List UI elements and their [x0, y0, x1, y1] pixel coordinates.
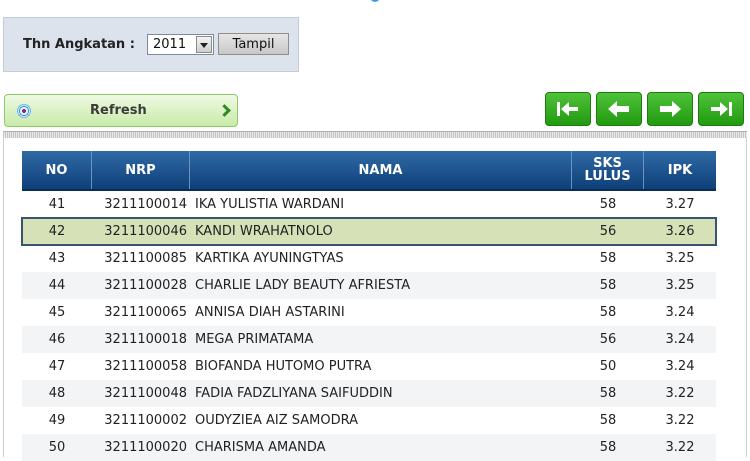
cell-no: 44	[48, 278, 66, 293]
cell-ipk: 3.22	[665, 440, 695, 455]
cell-nama: CHARLIE LADY BEAUTY AFRIESTA	[195, 278, 411, 293]
table-row[interactable]: 48 3211100048 FADIA FADZLIYANA SAIFUDDIN…	[22, 380, 716, 407]
year-select[interactable]: 2011	[147, 34, 214, 55]
cell-nrp: 3211100058	[104, 359, 187, 374]
dropdown-arrow-icon[interactable]	[196, 36, 212, 53]
cell-no: 49	[48, 413, 66, 428]
cell-sks: 58	[599, 197, 617, 212]
year-filter-label: Thn Angkatan :	[23, 37, 135, 52]
cell-ipk: 3.22	[665, 386, 695, 401]
cell-nrp: 3211100002	[104, 413, 187, 428]
cell-nrp: 3211100085	[104, 251, 187, 266]
column-header-nama[interactable]: NAMA	[190, 151, 572, 189]
cell-nrp: 3211100028	[104, 278, 187, 293]
cell-nrp: 3211100014	[104, 197, 187, 212]
cell-nama: KANDI WRAHATNOLO	[195, 224, 333, 239]
column-header-no[interactable]: NO	[22, 151, 92, 189]
chevron-right-icon	[218, 104, 231, 117]
refresh-button[interactable]: Refresh	[4, 94, 238, 127]
grid-header: NO NRP NAMA SKS LULUS IPK	[22, 151, 716, 191]
cell-nama: BIOFANDA HUTOMO PUTRA	[195, 359, 372, 374]
last-page-button[interactable]	[698, 92, 744, 126]
cell-ipk: 3.24	[665, 359, 695, 374]
refresh-label: Refresh	[90, 103, 147, 118]
cell-ipk: 3.27	[665, 197, 695, 212]
cell-sks: 50	[599, 359, 617, 374]
skip-first-icon	[557, 102, 578, 116]
table-row[interactable]: 50 3211100020 CHARISMA AMANDA 58 3.22	[22, 434, 716, 461]
cell-no: 50	[48, 440, 66, 455]
cell-nrp: 3211100065	[104, 305, 187, 320]
cell-no: 45	[48, 305, 66, 320]
cell-nama: MEGA PRIMATAMA	[195, 332, 314, 347]
table-row[interactable]: 46 3211100018 MEGA PRIMATAMA 56 3.24	[22, 326, 716, 353]
cell-sks: 58	[599, 386, 617, 401]
cell-nama: OUDYZIEA AIZ SAMODRA	[195, 413, 358, 428]
arrow-right-icon	[660, 101, 681, 117]
table-row[interactable]: 44 3211100028 CHARLIE LADY BEAUTY AFRIES…	[22, 272, 716, 299]
refresh-icon	[17, 104, 31, 118]
column-header-sks-lulus[interactable]: SKS LULUS	[572, 151, 644, 189]
cell-sks: 58	[599, 251, 617, 266]
cell-no: 46	[48, 332, 66, 347]
cell-nama: KARTIKA AYUNINGTYAS	[195, 251, 344, 266]
column-header-ipk[interactable]: IPK	[644, 151, 716, 189]
cell-no: 41	[48, 197, 66, 212]
cell-nrp: 3211100046	[104, 224, 187, 239]
show-button[interactable]: Tampil	[218, 33, 289, 55]
cell-sks: 56	[599, 224, 617, 239]
table-row[interactable]: 47 3211100058 BIOFANDA HUTOMO PUTRA 50 3…	[22, 353, 716, 380]
previous-page-button[interactable]	[596, 92, 642, 126]
column-header-nrp[interactable]: NRP	[92, 151, 190, 189]
cell-nama: IKA YULISTIA WARDANI	[195, 197, 345, 212]
arrow-left-icon	[608, 101, 629, 117]
cell-nama: ANNISA DIAH ASTARINI	[195, 305, 345, 320]
cell-ipk: 3.24	[665, 305, 695, 320]
cell-ipk: 3.25	[665, 251, 695, 266]
table-row[interactable]: 41 3211100014 IKA YULISTIA WARDANI 58 3.…	[22, 191, 716, 218]
table-row-selected[interactable]: 42 3211100046 KANDI WRAHATNOLO 56 3.26	[21, 217, 717, 246]
cell-no: 43	[48, 251, 66, 266]
cell-sks: 58	[599, 413, 617, 428]
year-select-value: 2011	[153, 37, 187, 52]
cell-nama: CHARISMA AMANDA	[195, 440, 326, 455]
cell-ipk: 3.25	[665, 278, 695, 293]
filter-panel: Thn Angkatan : 2011 Tampil	[3, 17, 299, 72]
cell-sks: 58	[599, 278, 617, 293]
first-page-button[interactable]	[545, 92, 591, 126]
cell-no: 42	[48, 224, 66, 239]
table-row[interactable]: 49 3211100002 OUDYZIEA AIZ SAMODRA 58 3.…	[22, 407, 716, 434]
table-row[interactable]: 43 3211100085 KARTIKA AYUNINGTYAS 58 3.2…	[22, 245, 716, 272]
cell-ipk: 3.22	[665, 413, 695, 428]
next-page-button[interactable]	[647, 92, 693, 126]
student-grid: NO NRP NAMA SKS LULUS IPK 41 3211100014 …	[21, 151, 717, 461]
table-row[interactable]: 45 3211100065 ANNISA DIAH ASTARINI 58 3.…	[22, 299, 716, 326]
cell-sks: 56	[599, 332, 617, 347]
top-accent	[370, 0, 380, 2]
cell-no: 48	[48, 386, 66, 401]
cell-sks: 58	[599, 440, 617, 455]
skip-last-icon	[711, 102, 732, 116]
cell-nrp: 3211100020	[104, 440, 187, 455]
cell-no: 47	[48, 359, 66, 374]
cell-sks: 58	[599, 305, 617, 320]
cell-ipk: 3.24	[665, 332, 695, 347]
cell-nama: FADIA FADZLIYANA SAIFUDDIN	[195, 386, 393, 401]
cell-nrp: 3211100048	[104, 386, 187, 401]
cell-nrp: 3211100018	[104, 332, 187, 347]
cell-ipk: 3.26	[665, 224, 695, 239]
